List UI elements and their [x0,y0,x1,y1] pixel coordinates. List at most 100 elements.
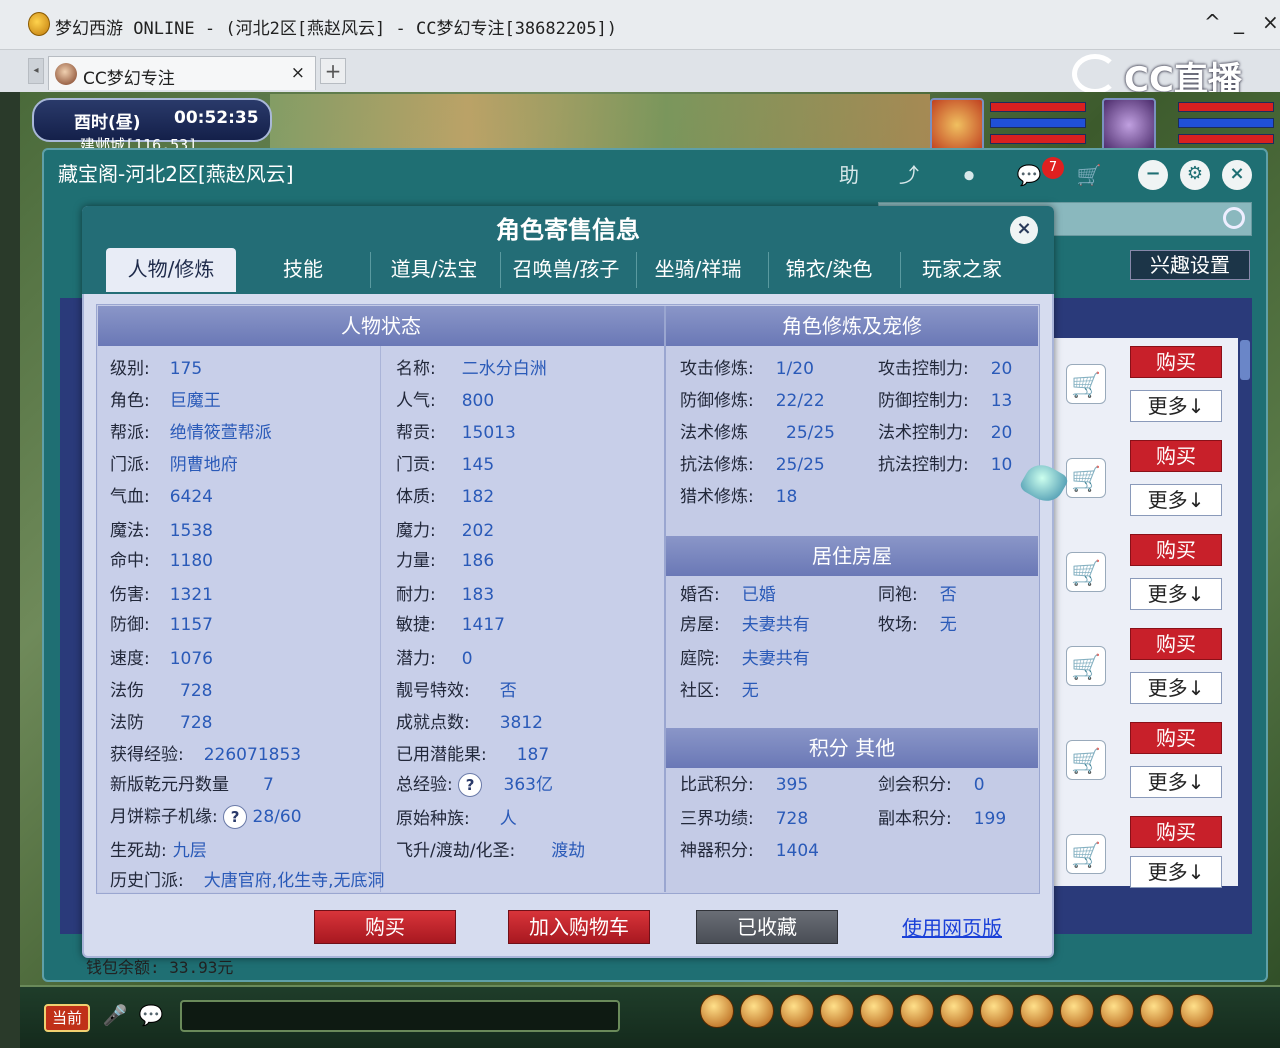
browser-tab[interactable]: CC梦幻专注 × [48,56,316,90]
tab-separator [768,252,769,288]
list-scrollbar[interactable] [1240,340,1250,380]
record-icon[interactable]: ⏺ [952,160,986,192]
stat-label: 魔力: [396,521,436,541]
collected-button[interactable]: 已收藏 [696,910,838,944]
player-avatar[interactable] [930,98,984,152]
emoji-icon[interactable]: 💬 [134,1000,168,1032]
stat-row: 敏捷: 1417 [396,610,505,635]
tab-items[interactable]: 道具/法宝 [372,248,496,292]
cultivation-value: 20 [990,423,1013,443]
list-buy-button[interactable]: 购买 [1130,816,1222,848]
stat-label: 法伤 [110,681,144,701]
skill-icon[interactable] [1020,994,1054,1028]
guild-icon[interactable] [980,994,1014,1028]
stat-value: 阴曹地府 [169,455,238,475]
tab-close-icon[interactable]: × [291,63,305,83]
message-icon[interactable]: 💬 [1012,160,1046,192]
tab-outfits[interactable]: 锦衣/染色 [770,248,888,292]
stat-value: 145 [461,455,495,475]
shop-icon[interactable] [1100,994,1134,1028]
list-more-button[interactable]: 更多↓ [1130,672,1222,704]
interest-settings-button[interactable]: 兴趣设置 [1130,250,1250,280]
house-label: 社区: [680,681,720,701]
cultivation-value: 25/25 [786,423,835,443]
tab-pets[interactable]: 召唤兽/孩子 [502,248,630,292]
stat-row: 成就点数: 3812 [396,708,543,733]
help-icon[interactable]: 助 [832,160,866,192]
search-icon[interactable] [1223,207,1245,229]
chat-input[interactable] [180,1000,620,1032]
list-buy-button[interactable]: 购买 [1130,534,1222,566]
stat-label: 耐力: [396,585,436,605]
give-icon[interactable] [780,994,814,1028]
list-buy-button[interactable]: 购买 [1130,346,1222,378]
stat-row: 耐力: 183 [396,580,494,605]
map-icon[interactable] [1060,994,1094,1028]
points-value: 199 [973,809,1007,829]
add-cart-icon[interactable]: 🛒 [1066,364,1106,404]
add-cart-icon[interactable]: 🛒 [1066,646,1106,686]
add-cart-icon[interactable]: 🛒 [1066,458,1106,498]
use-web-version-link[interactable]: 使用网页版 [902,912,1002,941]
help-question-icon[interactable]: ? [223,805,248,829]
help-question-icon[interactable]: ? [458,773,483,797]
microphone-icon[interactable]: 🎤 [98,1000,132,1032]
window-minimize-button[interactable]: _ [1234,10,1244,34]
cultivation-row: 法术控制力: 20 [878,418,1012,443]
stat-row: 获得经验: 226071853 [110,740,301,765]
stat-value: 15013 [461,423,516,443]
stat-label: 速度: [110,649,150,669]
tab-mounts[interactable]: 坐骑/祥瑞 [638,248,758,292]
cart-icon[interactable]: 🛒 [1072,160,1106,192]
points-label: 比武积分: [680,775,754,795]
cultivation-label: 攻击控制力: [878,359,969,379]
list-more-button[interactable]: 更多↓ [1130,578,1222,610]
list-buy-button[interactable]: 购买 [1130,440,1222,472]
stat-value: 226071853 [203,745,302,765]
window-close-button[interactable]: × [1262,10,1279,34]
add-cart-icon[interactable]: 🛒 [1066,740,1106,780]
list-buy-button[interactable]: 购买 [1130,628,1222,660]
tab-character[interactable]: 人物/修炼 [106,248,236,292]
tab-skills[interactable]: 技能 [240,248,366,292]
cultivation-row: 抗法控制力: 10 [878,450,1012,475]
list-more-button[interactable]: 更多↓ [1130,390,1222,422]
close-icon[interactable]: × [1222,160,1252,190]
buy-button[interactable]: 购买 [314,910,456,944]
stat-label: 名称: [396,359,436,379]
friend-icon[interactable] [1140,994,1174,1028]
window-restore-button[interactable]: ^ [1204,10,1221,34]
list-more-button[interactable]: 更多↓ [1130,484,1222,516]
attack-icon[interactable] [700,994,734,1028]
browser-tab-label: CC梦幻专注 [83,69,175,89]
list-buy-button[interactable]: 购买 [1130,722,1222,754]
list-more-button[interactable]: 更多↓ [1130,856,1222,888]
game-scene-strip [270,94,930,154]
new-tab-button[interactable]: + [320,58,346,84]
item-icon[interactable] [740,994,774,1028]
quest-icon[interactable] [940,994,974,1028]
trade-icon[interactable] [820,994,854,1028]
pet-hp-bar [1178,102,1274,112]
share-icon[interactable]: ⤴ [892,160,926,192]
points-row: 比武积分: 395 [680,770,808,795]
stat-value: 183 [461,585,495,605]
house-value: 夫妻共有 [741,649,810,669]
team-icon[interactable] [860,994,894,1028]
tab-scroll-left-button[interactable]: ◂ [28,58,44,84]
system-icon[interactable] [1180,994,1214,1028]
dialog-close-icon[interactable]: × [1010,216,1038,244]
list-more-button[interactable]: 更多↓ [1130,766,1222,798]
points-label: 副本积分: [878,809,952,829]
minimize-icon[interactable]: − [1138,160,1168,190]
points-row: 三界功绩: 728 [680,804,808,829]
tab-home[interactable]: 玩家之家 [902,248,1022,292]
pet-icon[interactable] [900,994,934,1028]
settings-icon[interactable]: ⚙ [1180,160,1210,190]
chat-channel-button[interactable]: 当前 [44,1004,90,1032]
add-cart-icon[interactable]: 🛒 [1066,552,1106,592]
pet-avatar[interactable] [1102,98,1156,152]
add-to-cart-button[interactable]: 加入购物车 [508,910,650,944]
add-cart-icon[interactable]: 🛒 [1066,834,1106,874]
stat-value: 1538 [169,521,213,541]
